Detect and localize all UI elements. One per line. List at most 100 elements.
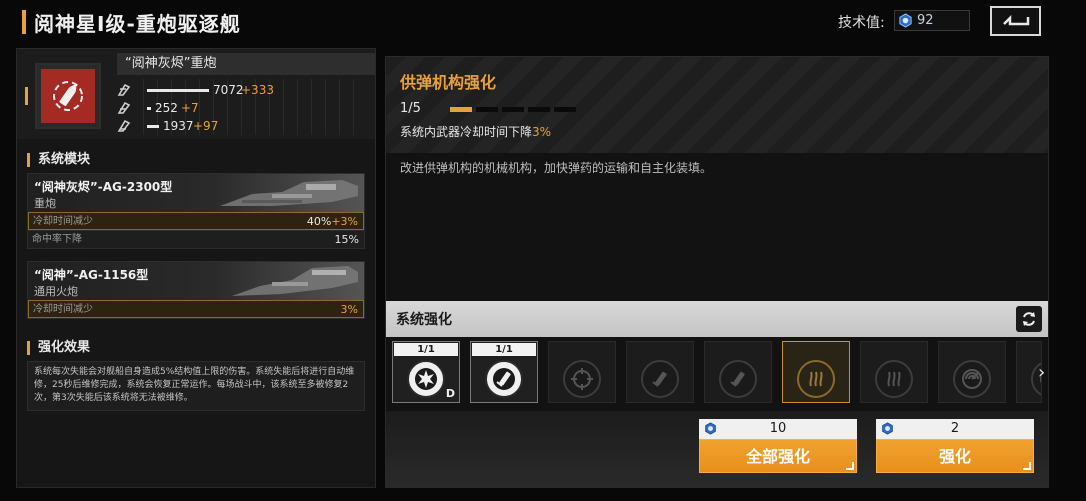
right-panel: 供弹机构强化 1/5 系统内武器冷却时间下降3% 改进供弹机构的机械机构，加快弹… [385, 56, 1049, 488]
refresh-button[interactable] [1016, 306, 1042, 332]
module-stat-value: 15% [334, 233, 359, 246]
module-stat-label: 命中率下降 [32, 234, 82, 245]
penetration-value: 252 [155, 101, 178, 115]
upgrade-all-cost-value: 10 [769, 421, 787, 436]
module-stat-value: 3% [340, 303, 358, 316]
range-icon [117, 119, 131, 132]
action-bar: 10 全部强化 2 强化 [386, 411, 1048, 487]
slot-icon-frame [407, 360, 445, 398]
damage-value: 7072 [213, 83, 244, 97]
shell-icon [53, 81, 83, 111]
slot-icon-frame [485, 360, 523, 398]
module-header: “阅神”-AG-1156型 通用火炮 [28, 262, 364, 300]
slot-icon-frame [719, 360, 757, 398]
shell-loader-icon [652, 371, 667, 387]
range-bar [147, 125, 159, 128]
system-slot[interactable]: 1/1 [470, 341, 538, 403]
system-slot-selected[interactable] [782, 341, 850, 403]
module-card[interactable]: “阅神”-AG-1156型 通用火炮 冷却时间减少 3% [27, 261, 365, 319]
upgrade-all-button[interactable]: 全部强化 [699, 439, 857, 473]
upgrade-detail-card: 供弹机构强化 1/5 系统内武器冷却时间下降3% [386, 57, 1048, 153]
module-name: “阅神”-AG-1156型 [34, 268, 149, 282]
module-header: “阅神灰烬”-AG-2300型 重炮 [28, 174, 364, 212]
upgrade-all-cost: 10 [699, 419, 857, 439]
ship-weapon-image [232, 266, 358, 296]
system-slot[interactable] [938, 341, 1006, 403]
range-bonus: +97 [193, 119, 219, 133]
module-stat-label: 冷却时间减少 [33, 216, 93, 227]
level-segment [554, 107, 576, 112]
module-stat-row: 冷却时间减少 40%+3% [28, 212, 364, 230]
penetration-bar [147, 107, 151, 110]
heat-icon [887, 371, 901, 387]
burst-icon [415, 368, 437, 390]
system-slot[interactable] [548, 341, 616, 403]
system-slot[interactable] [704, 341, 772, 403]
back-button[interactable] [990, 6, 1041, 36]
effect-heading: 强化效果 [27, 341, 90, 355]
module-name: “阅神灰烬”-AG-2300型 [34, 180, 173, 194]
tech-value-box: 92 [894, 10, 970, 31]
next-slots-arrow[interactable]: › [1038, 362, 1045, 383]
weapon-icon-bg [41, 69, 95, 123]
damage-icon [117, 83, 131, 96]
damage-bar [147, 89, 209, 92]
page-title: 阅神星I级-重炮驱逐舰 [34, 12, 241, 36]
module-stat-value: 40%+3% [307, 213, 358, 230]
upgrade-title: 供弹机构强化 [400, 73, 497, 92]
heat-icon [809, 371, 823, 387]
system-slot[interactable] [626, 341, 694, 403]
system-slot[interactable] [860, 341, 928, 403]
slot-grade-badge: D [445, 387, 455, 400]
upgrade-cost-value: 2 [950, 421, 960, 436]
upgrade-effect-value: 3% [532, 125, 552, 139]
effect-text: 系统每次失能会对舰船自身造成5%结构值上限的伤害。系统失能后将进行自动维修，25… [27, 361, 365, 411]
penetration-bonus: +7 [181, 101, 199, 115]
upgrade-button[interactable]: 强化 [876, 439, 1034, 473]
targeting-icon [571, 368, 593, 390]
system-upgrade-header: 系统强化 [386, 301, 1048, 337]
upgrade-description: 改进供弹机构的机械机构，加快弹药的运输和自主化装填。 [400, 161, 713, 175]
range-value: 1937 [163, 119, 194, 133]
damage-bonus: +333 [241, 83, 274, 97]
module-stat-row: 命中率下降 15% [28, 230, 364, 248]
radar-icon [962, 369, 982, 389]
level-segment [502, 107, 524, 112]
title-accent [22, 10, 26, 34]
upgrade-level: 1/5 [400, 101, 421, 116]
modules-heading: 系统模块 [27, 153, 90, 167]
slot-icon-frame [797, 360, 835, 398]
stat-bonus: +3% [331, 215, 358, 228]
stat-row-penetration: 252 +7 [117, 100, 367, 116]
refresh-icon [1023, 312, 1035, 326]
slot-icon-frame [641, 360, 679, 398]
left-panel: “阅神灰烬”重炮 7072 +333 252 +7 1937 +97 系统模块 … [16, 48, 376, 488]
weapon-accent [25, 87, 28, 105]
slot-icon-frame [563, 360, 601, 398]
system-slot-list: 1/1 D 1/1 [392, 341, 1042, 405]
tech-label: 技术值: [838, 15, 885, 31]
level-segment [476, 107, 498, 112]
slot-icon-frame [953, 360, 991, 398]
stat-number: 40% [306, 215, 332, 228]
tech-point-icon [899, 13, 912, 28]
upgrade-effect: 系统内武器冷却时间下降3% [400, 123, 551, 140]
module-card[interactable]: “阅神灰烬”-AG-2300型 重炮 冷却时间减少 40%+3% 命中率下降 1… [27, 173, 365, 249]
back-icon [1002, 14, 1029, 26]
system-upgrade-title: 系统强化 [396, 312, 452, 328]
tech-value: 92 [917, 13, 934, 28]
upgrade-cost: 2 [876, 419, 1034, 439]
shell-loader-icon [730, 371, 745, 387]
weapon-icon-frame[interactable] [35, 63, 101, 129]
module-type: 通用火炮 [34, 285, 78, 298]
module-type: 重炮 [34, 197, 56, 210]
level-segment [450, 107, 472, 112]
upgrade-effect-text: 系统内武器冷却时间下降 [400, 125, 533, 139]
ship-weapon-image [220, 180, 358, 206]
penetration-icon [117, 101, 131, 114]
level-segment [528, 107, 550, 112]
stat-row-range: 1937 +97 [117, 118, 367, 134]
level-progress [450, 107, 576, 112]
system-slot[interactable]: 1/1 D [392, 341, 460, 403]
module-stat-label: 冷却时间减少 [33, 304, 93, 315]
